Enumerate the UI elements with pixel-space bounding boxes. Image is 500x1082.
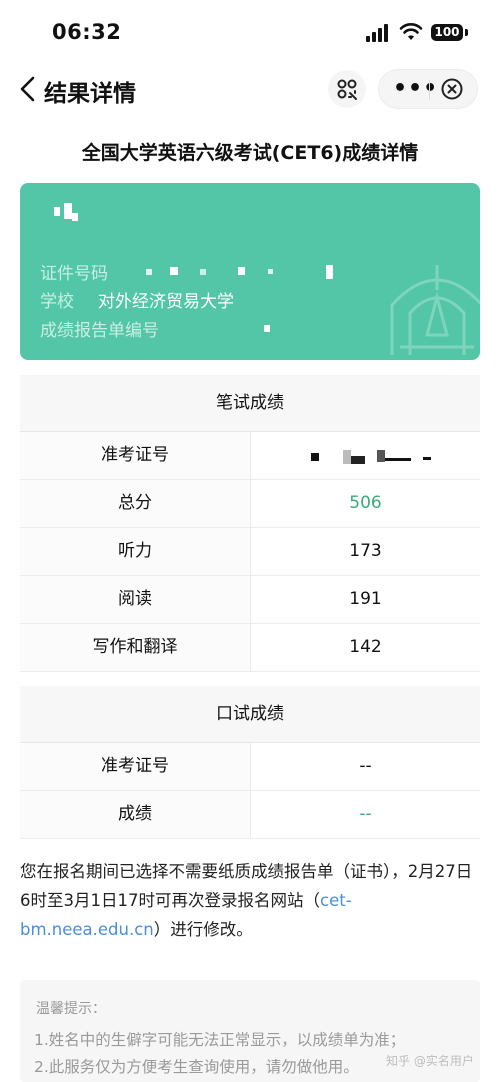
table-row: 听力 173 <box>20 528 480 576</box>
ticket-redaction <box>385 458 411 461</box>
tips-title: 温馨提示： <box>36 1001 106 1017</box>
id-label: 证件号码 <box>40 264 108 284</box>
id-redaction <box>200 269 206 275</box>
watermark: 知乎 @实名用户 <box>386 1054 474 1068</box>
tips-line: 1.姓名中的生僻字可能无法正常显示，以成绩单为准； <box>34 1031 406 1049</box>
row-label: 总分 <box>20 480 251 527</box>
status-bar: 06:32 100 <box>0 0 500 64</box>
menu-capsule: ••• <box>378 69 478 109</box>
table-row: 成绩 -- <box>20 791 480 839</box>
ticket-redaction <box>343 450 351 464</box>
back-icon[interactable] <box>16 74 40 104</box>
oral-score-header: 口试成绩 <box>20 686 480 743</box>
report-number-label: 成绩报告单编号 <box>40 321 159 341</box>
battery-tip <box>465 29 468 36</box>
capsule-divider <box>429 80 430 100</box>
row-label: 听力 <box>20 528 251 575</box>
written-score-table: 笔试成绩 准考证号 总分 506 听力 173 阅读 191 写作和翻译 142 <box>20 375 480 672</box>
table-row: 阅读 191 <box>20 576 480 624</box>
row-label: 写作和翻译 <box>20 624 251 671</box>
id-redaction <box>146 269 152 275</box>
ticket-redaction <box>377 450 385 462</box>
notice-text: 您在报名期间已选择不需要纸质成绩报告单（证书），2月27日6时至3月1日17时可… <box>20 862 473 910</box>
name-redaction <box>64 203 72 219</box>
row-label: 准考证号 <box>20 743 251 790</box>
row-label: 成绩 <box>20 791 251 838</box>
report-number-redaction <box>264 325 270 332</box>
row-label: 阅读 <box>20 576 251 623</box>
school-value: 对外经济贸易大学 <box>98 292 234 312</box>
name-redaction <box>54 207 60 216</box>
nav-title: 结果详情 <box>44 81 136 107</box>
listening-score-value: 173 <box>349 541 382 561</box>
reading-score-value: 191 <box>349 589 382 609</box>
school-label: 学校 <box>40 292 74 312</box>
table-row: 准考证号 -- <box>20 743 480 791</box>
row-label: 准考证号 <box>20 432 251 479</box>
tips-line: 2.此服务仅为方便考生查询使用，请勿做他用。 <box>34 1058 359 1076</box>
ticket-redaction <box>311 453 319 461</box>
signal-icon <box>366 24 390 42</box>
report-notice: 您在报名期间已选择不需要纸质成绩报告单（证书），2月27日6时至3月1日17时可… <box>20 857 482 944</box>
scan-icon <box>337 79 357 100</box>
id-redaction <box>268 269 273 274</box>
written-score-header: 笔试成绩 <box>20 375 480 432</box>
cet-seal-watermark <box>390 265 480 355</box>
id-redaction <box>326 265 333 279</box>
ticket-redaction <box>351 456 365 464</box>
candidate-info-card: 证件号码 学校 对外经济贸易大学 成绩报告单编号 <box>20 183 480 360</box>
ticket-redaction <box>423 457 431 460</box>
status-time: 06:32 <box>52 20 122 44</box>
id-row: 证件号码 <box>40 259 108 284</box>
notice-text-end: ）进行修改。 <box>153 920 253 939</box>
total-score-value: 506 <box>349 493 382 513</box>
oral-score-value: -- <box>359 804 372 824</box>
oral-ticket-value: -- <box>359 756 372 776</box>
close-icon[interactable] <box>441 78 463 100</box>
nav-bar: 结果详情 ••• <box>0 64 500 114</box>
name-redaction <box>72 213 78 221</box>
writing-translation-score-value: 142 <box>349 637 382 657</box>
admission-ticket-redacted <box>251 432 480 479</box>
page-title: 全国大学英语六级考试(CET6)成绩详情 <box>81 142 419 164</box>
school-row: 学校 对外经济贸易大学 <box>40 287 234 312</box>
more-icon[interactable]: ••• <box>393 76 438 101</box>
wifi-icon <box>399 23 423 40</box>
oral-score-table: 口试成绩 准考证号 -- 成绩 -- <box>20 686 480 839</box>
battery-icon: 100 <box>431 24 463 41</box>
table-row: 写作和翻译 142 <box>20 624 480 672</box>
id-redaction <box>170 267 178 275</box>
table-row: 准考证号 <box>20 432 480 480</box>
mini-program-scan-button[interactable] <box>328 70 366 108</box>
id-redaction <box>238 267 245 275</box>
report-row: 成绩报告单编号 <box>40 316 159 341</box>
table-row: 总分 506 <box>20 480 480 528</box>
